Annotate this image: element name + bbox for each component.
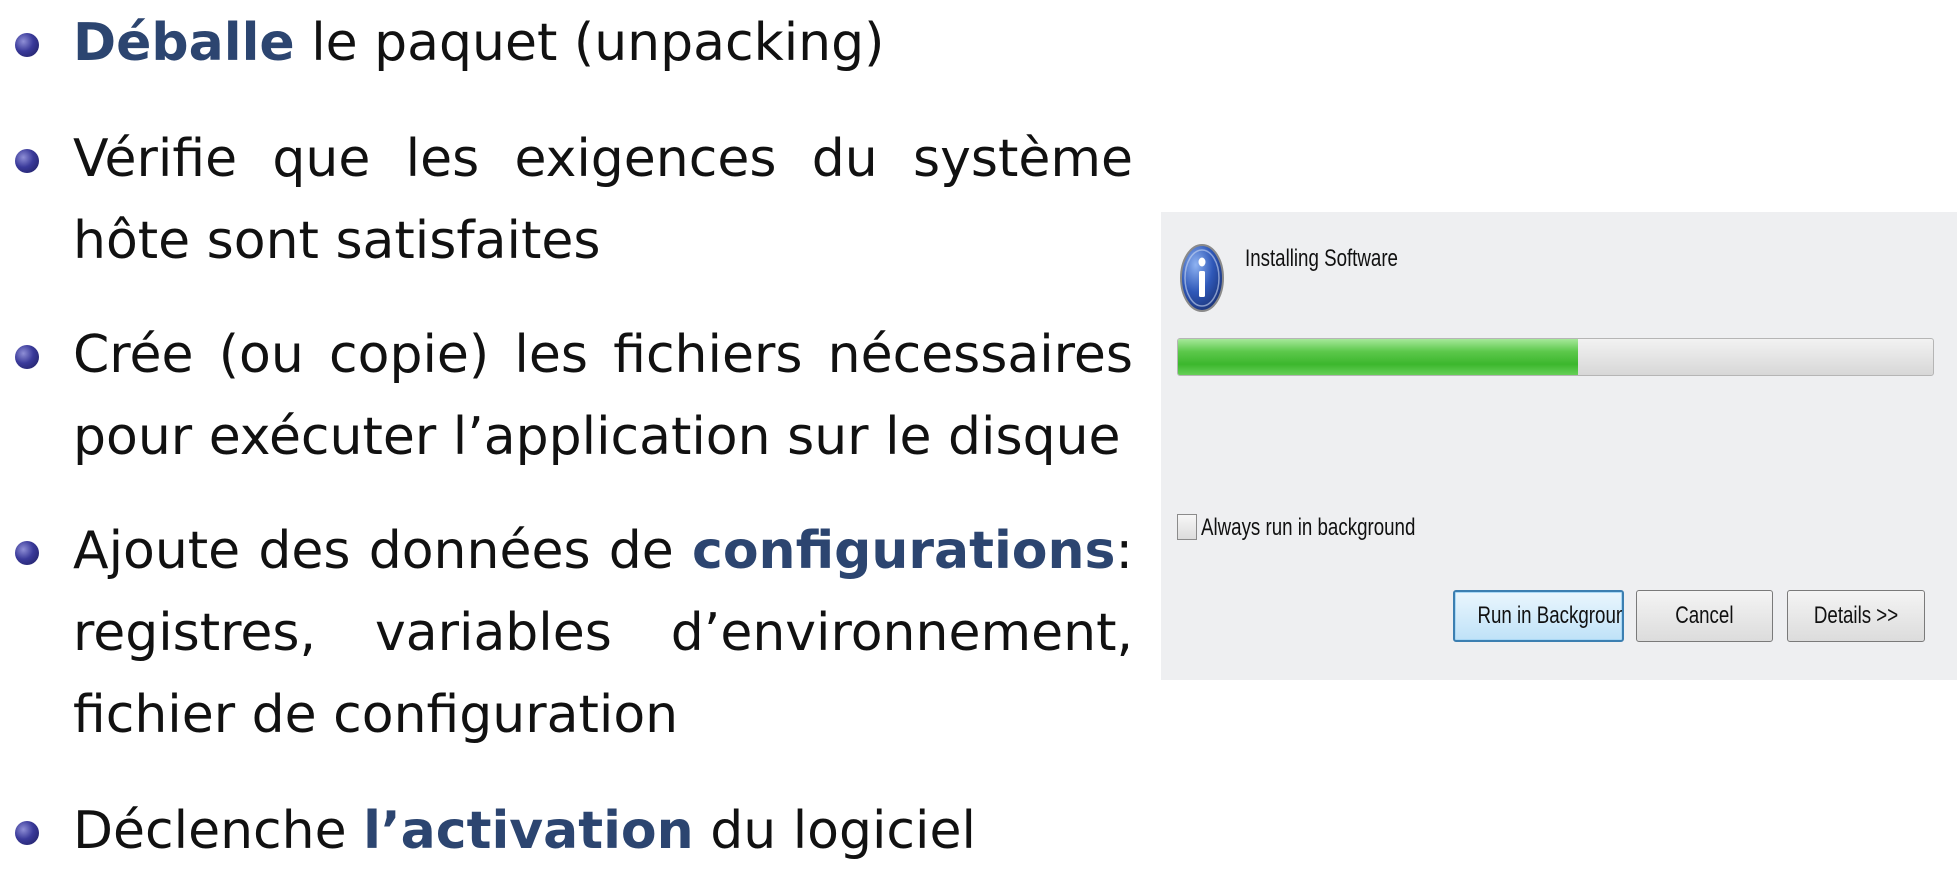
bullet-icon [15, 345, 39, 369]
bullet-text: Ajoute des données de configurations: re… [73, 521, 1133, 745]
installing-software-dialog: Installing Software Always run in backgr… [1161, 212, 1957, 680]
bullet-icon [15, 541, 39, 565]
info-icon [1180, 244, 1224, 312]
highlight-text: Déballe [73, 13, 295, 73]
dialog-title: Installing Software [1245, 245, 1398, 272]
bullet-text: Déballe le paquet (unpacking) [73, 13, 885, 73]
highlight-text: configurations [692, 521, 1116, 581]
highlight-text: l’activation [363, 801, 694, 861]
cancel-button[interactable]: Cancel [1636, 590, 1773, 642]
bullet-text: Vérifie que les exigences du système hôt… [73, 129, 1133, 271]
bullet-text: Déclenche l’activation du logiciel [73, 801, 976, 861]
always-run-background-checkbox[interactable] [1177, 514, 1197, 540]
details-button[interactable]: Details >> [1787, 590, 1925, 642]
bullet-icon [15, 821, 39, 845]
bullet-icon [15, 33, 39, 57]
checkbox-label: Always run in background [1201, 514, 1416, 541]
run-in-background-button[interactable]: Run in Background [1453, 590, 1624, 642]
bullet-icon [15, 149, 39, 173]
bullet-text: Crée (ou copie) les fichiers nécessaires… [73, 325, 1133, 467]
progress-fill [1178, 339, 1579, 375]
progress-bar [1177, 338, 1934, 376]
